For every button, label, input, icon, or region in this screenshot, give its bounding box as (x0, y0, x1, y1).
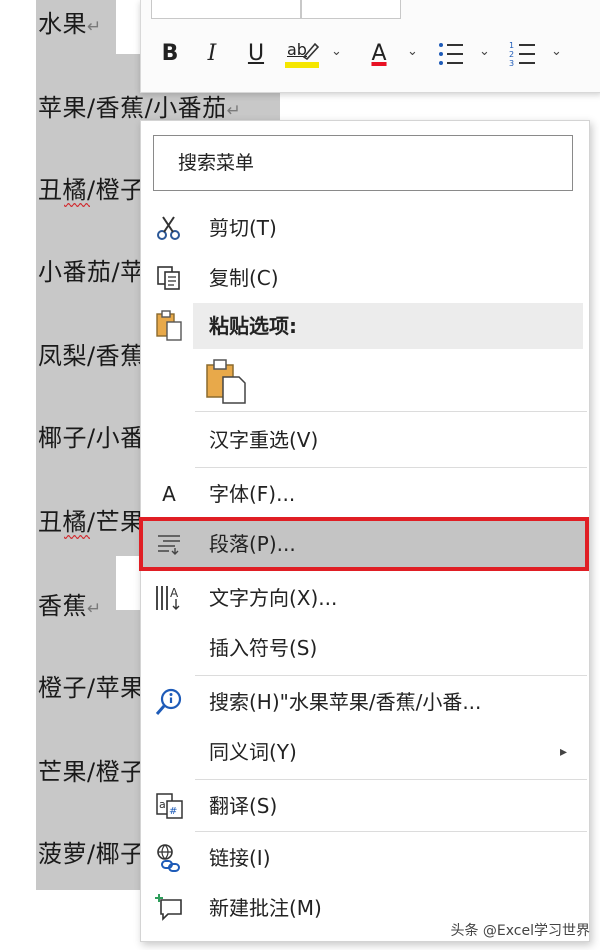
bold-button[interactable]: B (153, 36, 187, 72)
menu-item-label: 链接(I) (209, 846, 271, 870)
translate-icon: a # (151, 788, 187, 824)
pen-icon (302, 42, 320, 60)
mini-toolbar: B I U ab ⌄ A ⌄ ⌄ 1 2 3 ⌄ (140, 0, 600, 93)
menu-item-label: 字体(F)... (209, 482, 296, 506)
paragraph-icon (151, 526, 187, 562)
menu-separator (195, 831, 587, 832)
document-line: 丑橘/芒果 (38, 508, 145, 536)
svg-text:3: 3 (509, 59, 514, 68)
new-comment-icon (151, 890, 187, 926)
menu-item-label: 文字方向(X)... (209, 586, 338, 610)
italic-button[interactable]: I (195, 36, 229, 72)
document-line: 小番茄/苹 (38, 258, 145, 286)
paste-clipboard-icon (206, 359, 246, 404)
menu-separator (195, 467, 587, 468)
paste-options-label: 粘贴选项: (209, 314, 297, 338)
bullet-list-icon (439, 43, 463, 65)
menu-separator (195, 675, 587, 676)
document-line: 丑橘/橙子 (38, 176, 145, 204)
highlight-button[interactable]: ab (283, 36, 323, 72)
document-line: 水果↵ (38, 10, 102, 38)
menu-separator (195, 779, 587, 780)
menu-item-text-direction[interactable]: A 文字方向(X)... (141, 573, 587, 623)
svg-text:A: A (170, 586, 179, 600)
watermark: 头条 @Excel学习世界 (450, 923, 590, 939)
copy-icon (151, 260, 187, 296)
menu-item-label: 复制(C) (209, 266, 279, 290)
document-line: 芒果/橙子 (38, 758, 145, 786)
menu-item-copy[interactable]: 复制(C) (141, 253, 587, 303)
numbered-list-icon: 1 2 3 (509, 41, 535, 68)
numbering-button[interactable]: 1 2 3 (503, 36, 543, 72)
menu-item-link[interactable]: 链接(I) (141, 833, 587, 883)
menu-item-synonyms[interactable]: 同义词(Y) ▸ (141, 727, 587, 777)
text-direction-icon: A (151, 580, 187, 616)
menu-item-label: 汉字重选(V) (209, 428, 319, 452)
font-size-dropdown[interactable] (301, 0, 401, 19)
menu-item-label: 同义词(Y) (209, 740, 297, 764)
font-icon: A (162, 482, 176, 506)
link-icon (151, 840, 187, 876)
svg-text:a: a (159, 798, 166, 811)
bullets-button[interactable] (431, 36, 471, 72)
document-line: 凤梨/香蕉 (38, 342, 145, 370)
underline-button[interactable]: U (239, 36, 273, 72)
spellcheck-squiggle (64, 203, 90, 207)
paste-keep-text-button[interactable] (203, 357, 249, 407)
menu-item-label: 新建批注(M) (209, 896, 322, 920)
menu-item-font[interactable]: A 字体(F)... (141, 469, 587, 519)
document-line: 椰子/小番 (38, 424, 145, 452)
menu-item-label: 剪切(T) (209, 216, 277, 240)
font-name-dropdown[interactable] (151, 0, 301, 19)
clipboard-icon (151, 308, 187, 344)
menu-item-label: 插入符号(S) (209, 636, 318, 660)
chevron-down-icon[interactable]: ⌄ (479, 42, 490, 62)
search-icon (151, 684, 187, 720)
chevron-down-icon[interactable]: ⌄ (551, 42, 562, 62)
spellcheck-squiggle (64, 535, 90, 539)
search-menu-box[interactable] (153, 135, 573, 191)
document-line: 菠萝/椰子 (38, 840, 145, 868)
document-line: 橙子/苹果 (38, 674, 145, 702)
context-menu: 剪切(T) 复制(C) 粘贴选项: 汉字重选(V) A 字体(F)... 段落(… (139, 120, 590, 942)
menu-item-insert-symbol[interactable]: 插入符号(S) (141, 623, 587, 673)
svg-text:2: 2 (509, 50, 514, 59)
highlight-color-bar (285, 62, 319, 68)
search-menu-input[interactable] (178, 136, 558, 190)
chevron-down-icon[interactable]: ⌄ (407, 42, 418, 62)
scissors-icon (151, 210, 187, 246)
paste-options-header: 粘贴选项: (193, 303, 583, 349)
chevron-down-icon[interactable]: ⌄ (331, 42, 342, 62)
menu-item-label: 段落(P)... (209, 532, 296, 556)
menu-item-label: 翻译(S) (209, 794, 278, 818)
menu-item-reconvert[interactable]: 汉字重选(V) (141, 415, 587, 465)
menu-separator (195, 411, 587, 412)
svg-text:#: # (169, 806, 177, 817)
document-line: 苹果/香蕉/小番茄↵ (38, 94, 242, 122)
chevron-right-icon: ▸ (559, 744, 567, 760)
font-color-button[interactable]: A (359, 36, 399, 72)
menu-item-search[interactable]: 搜索(H)"水果苹果/香蕉/小番... (141, 677, 587, 727)
menu-item-cut[interactable]: 剪切(T) (141, 203, 587, 253)
menu-item-label: 搜索(H)"水果苹果/香蕉/小番... (209, 690, 482, 714)
document-line: 香蕉↵ (38, 592, 102, 620)
menu-item-paragraph[interactable]: 段落(P)... (141, 519, 587, 569)
svg-text:1: 1 (509, 41, 514, 50)
menu-item-translate[interactable]: a # 翻译(S) (141, 781, 587, 831)
